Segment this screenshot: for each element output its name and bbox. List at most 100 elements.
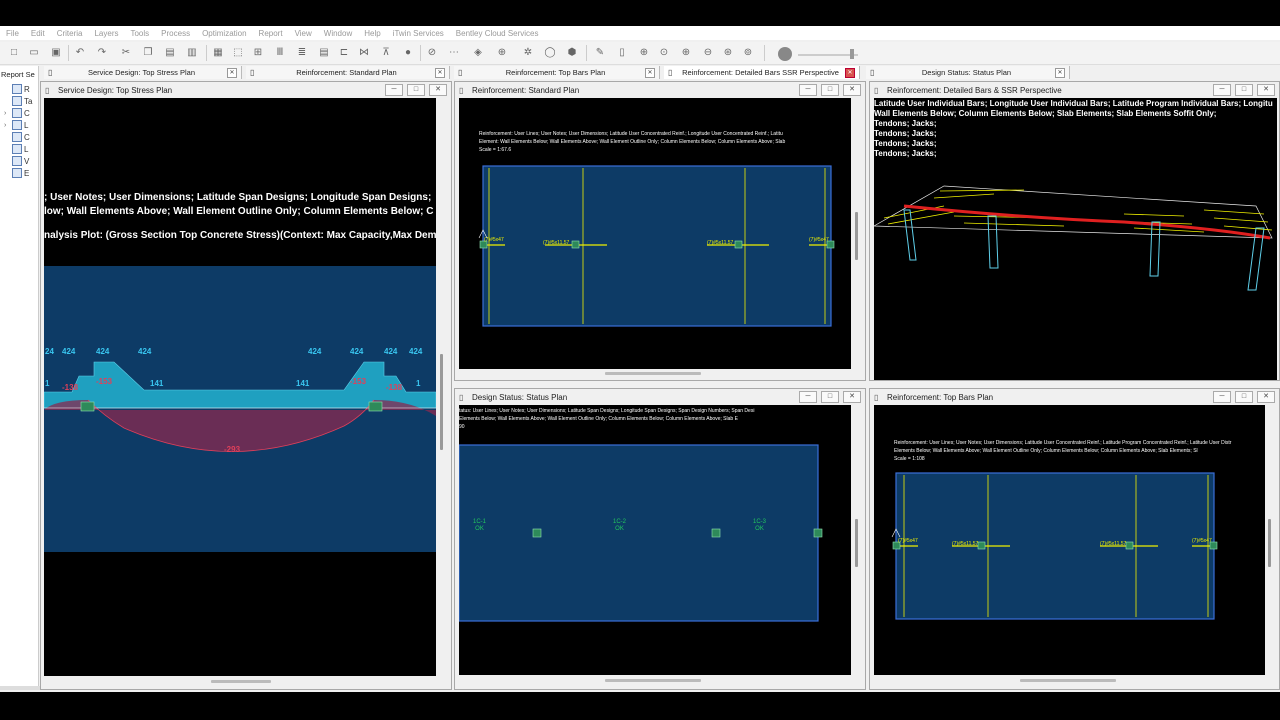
menu-file[interactable]: File bbox=[0, 29, 25, 38]
window-titlebar[interactable]: ▯ Reinforcement: Standard Plan ─ □ ✕ bbox=[455, 82, 865, 98]
undo-icon[interactable]: ↶ bbox=[74, 46, 86, 58]
menu-tools[interactable]: Tools bbox=[124, 29, 155, 38]
support-icon[interactable]: ⊼ bbox=[380, 46, 392, 58]
vertical-scrollbar[interactable] bbox=[855, 212, 858, 260]
close-button[interactable]: ✕ bbox=[843, 84, 861, 96]
tab-reinforcement-standard[interactable]: ▯ Reinforcement: Standard Plan ✕ bbox=[246, 66, 450, 79]
zoom-previous-icon[interactable]: ⊛ bbox=[722, 46, 734, 58]
window-titlebar[interactable]: ▯ Service Design: Top Stress Plan ─ □ ✕ bbox=[41, 82, 451, 98]
maximize-button[interactable]: □ bbox=[1235, 391, 1253, 403]
zoom-all-icon[interactable]: ⊚ bbox=[742, 46, 754, 58]
layers-icon[interactable]: ≣ bbox=[296, 46, 308, 58]
window-titlebar[interactable]: ▯ Reinforcement: Detailed Bars & SSR Per… bbox=[870, 82, 1279, 98]
minimize-button[interactable]: ─ bbox=[385, 84, 403, 96]
ruler-icon[interactable]: ▯ bbox=[616, 46, 628, 58]
menu-layers[interactable]: Layers bbox=[88, 29, 124, 38]
tool-f-icon[interactable]: ◯ bbox=[544, 46, 556, 58]
zoom-in-icon[interactable]: ⊕ bbox=[680, 46, 692, 58]
vertical-scrollbar[interactable] bbox=[440, 354, 443, 450]
cut-icon[interactable]: ✂ bbox=[120, 46, 132, 58]
tab-reinforcement-top-bars[interactable]: ▯ Reinforcement: Top Bars Plan ✕ bbox=[454, 66, 660, 79]
menu-edit[interactable]: Edit bbox=[25, 29, 51, 38]
column-marker bbox=[813, 528, 823, 538]
tree-item[interactable]: C bbox=[4, 132, 30, 142]
tool-g-icon[interactable]: ⬢ bbox=[566, 46, 578, 58]
menu-process[interactable]: Process bbox=[155, 29, 196, 38]
top-bars-plan-canvas[interactable]: Reinforcement: User Lines; User Notes; U… bbox=[874, 405, 1265, 675]
maximize-button[interactable]: □ bbox=[821, 391, 839, 403]
vertical-scrollbar[interactable] bbox=[855, 519, 858, 567]
zoom-extents-icon[interactable]: ⊕ bbox=[638, 46, 650, 58]
zoom-window-icon[interactable]: ⊙ bbox=[658, 46, 670, 58]
status-plan-canvas[interactable]: tatus: User Lines; User Notes; User Dime… bbox=[459, 405, 851, 675]
view-rotate-icon[interactable] bbox=[778, 47, 792, 61]
close-button[interactable]: ✕ bbox=[429, 84, 447, 96]
close-button[interactable]: ✕ bbox=[1257, 391, 1275, 403]
select-icon[interactable]: ⬚ bbox=[232, 46, 244, 58]
minimize-button[interactable]: ─ bbox=[1213, 391, 1231, 403]
tree-item[interactable]: L bbox=[4, 144, 28, 154]
maximize-button[interactable]: □ bbox=[407, 84, 425, 96]
stress-plan-canvas[interactable]: ; User Notes; User Dimensions; Latitude … bbox=[44, 98, 436, 676]
zoom-out-icon[interactable]: ⊖ bbox=[702, 46, 714, 58]
stress-value: 424 bbox=[384, 347, 398, 356]
maximize-button[interactable]: □ bbox=[821, 84, 839, 96]
table-icon[interactable]: ▤ bbox=[318, 46, 330, 58]
close-icon: ✕ bbox=[645, 67, 655, 78]
menu-view[interactable]: View bbox=[289, 29, 318, 38]
tool-a-icon[interactable]: ⊘ bbox=[426, 46, 438, 58]
tab-reinforcement-detailed-bars[interactable]: ▯ Reinforcement: Detailed Bars SSR Perspe… bbox=[664, 66, 860, 79]
perspective-canvas[interactable]: Latitude User Individual Bars; Longitude… bbox=[874, 98, 1277, 380]
horizontal-scrollbar[interactable] bbox=[605, 372, 701, 375]
paste-icon[interactable]: ▤ bbox=[164, 46, 176, 58]
window-titlebar[interactable]: ▯ Reinforcement: Top Bars Plan ─ □ ✕ bbox=[870, 389, 1279, 405]
bars-icon[interactable]: Ⅲ bbox=[274, 46, 286, 58]
wall-icon[interactable]: ⊏ bbox=[338, 46, 350, 58]
redo-icon[interactable]: ↷ bbox=[96, 46, 108, 58]
close-button[interactable]: ✕ bbox=[1257, 84, 1275, 96]
tab-design-status[interactable]: ▯ Design Status: Status Plan ✕ bbox=[866, 66, 1070, 79]
menu-report[interactable]: Report bbox=[253, 29, 289, 38]
tree-item[interactable]: R bbox=[4, 84, 30, 94]
tool-b-icon[interactable]: ⋯ bbox=[448, 46, 460, 58]
close-button[interactable]: ✕ bbox=[843, 391, 861, 403]
tree-item[interactable]: Ta bbox=[4, 96, 32, 106]
tree-item[interactable]: › L bbox=[4, 120, 28, 130]
horizontal-scrollbar[interactable] bbox=[211, 680, 271, 683]
tree-item[interactable]: V bbox=[4, 156, 29, 166]
tab-service-design[interactable]: ▯ Service Design: Top Stress Plan ✕ bbox=[44, 66, 242, 79]
tool-e-icon[interactable]: ✲ bbox=[522, 46, 534, 58]
minimize-button[interactable]: ─ bbox=[799, 391, 817, 403]
new-icon[interactable]: □ bbox=[8, 46, 20, 58]
save-icon[interactable]: ▣ bbox=[50, 46, 62, 58]
menu-optimization[interactable]: Optimization bbox=[196, 29, 252, 38]
menu-bentley-cloud-services[interactable]: Bentley Cloud Services bbox=[450, 29, 545, 38]
info-icon[interactable]: ● bbox=[402, 46, 414, 58]
vertical-scrollbar[interactable] bbox=[1268, 519, 1271, 567]
print-icon[interactable]: ▥ bbox=[186, 46, 198, 58]
maximize-button[interactable]: □ bbox=[1235, 84, 1253, 96]
menu-window[interactable]: Window bbox=[318, 29, 358, 38]
pencil-icon[interactable]: ✎ bbox=[594, 46, 606, 58]
menu-itwin-services[interactable]: iTwin Services bbox=[387, 29, 450, 38]
tool-c-icon[interactable]: ◈ bbox=[472, 46, 484, 58]
standard-plan-canvas[interactable]: Reinforcement: User Lines; User Notes; U… bbox=[459, 98, 851, 369]
open-icon[interactable]: ▭ bbox=[28, 46, 40, 58]
window-titlebar[interactable]: ▯ Design Status: Status Plan ─ □ ✕ bbox=[455, 389, 865, 405]
slider-track[interactable] bbox=[798, 54, 858, 56]
slider-thumb[interactable] bbox=[850, 49, 854, 59]
copy-icon[interactable]: ❐ bbox=[142, 46, 154, 58]
menu-help[interactable]: Help bbox=[358, 29, 386, 38]
minimize-button[interactable]: ─ bbox=[799, 84, 817, 96]
tool-d-icon[interactable]: ⊕ bbox=[496, 46, 508, 58]
minimize-button[interactable]: ─ bbox=[1213, 84, 1231, 96]
span-status: 1C-3 OK bbox=[753, 519, 767, 532]
menu-criteria[interactable]: Criteria bbox=[51, 29, 89, 38]
columns-icon[interactable]: ⊞ bbox=[252, 46, 264, 58]
horizontal-scrollbar[interactable] bbox=[1020, 679, 1116, 682]
tree-item[interactable]: › C bbox=[4, 108, 30, 118]
grid-icon[interactable]: ▦ bbox=[212, 46, 224, 58]
mesh-icon[interactable]: ⋈ bbox=[358, 46, 370, 58]
tree-item[interactable]: E bbox=[4, 168, 29, 178]
horizontal-scrollbar[interactable] bbox=[605, 679, 701, 682]
